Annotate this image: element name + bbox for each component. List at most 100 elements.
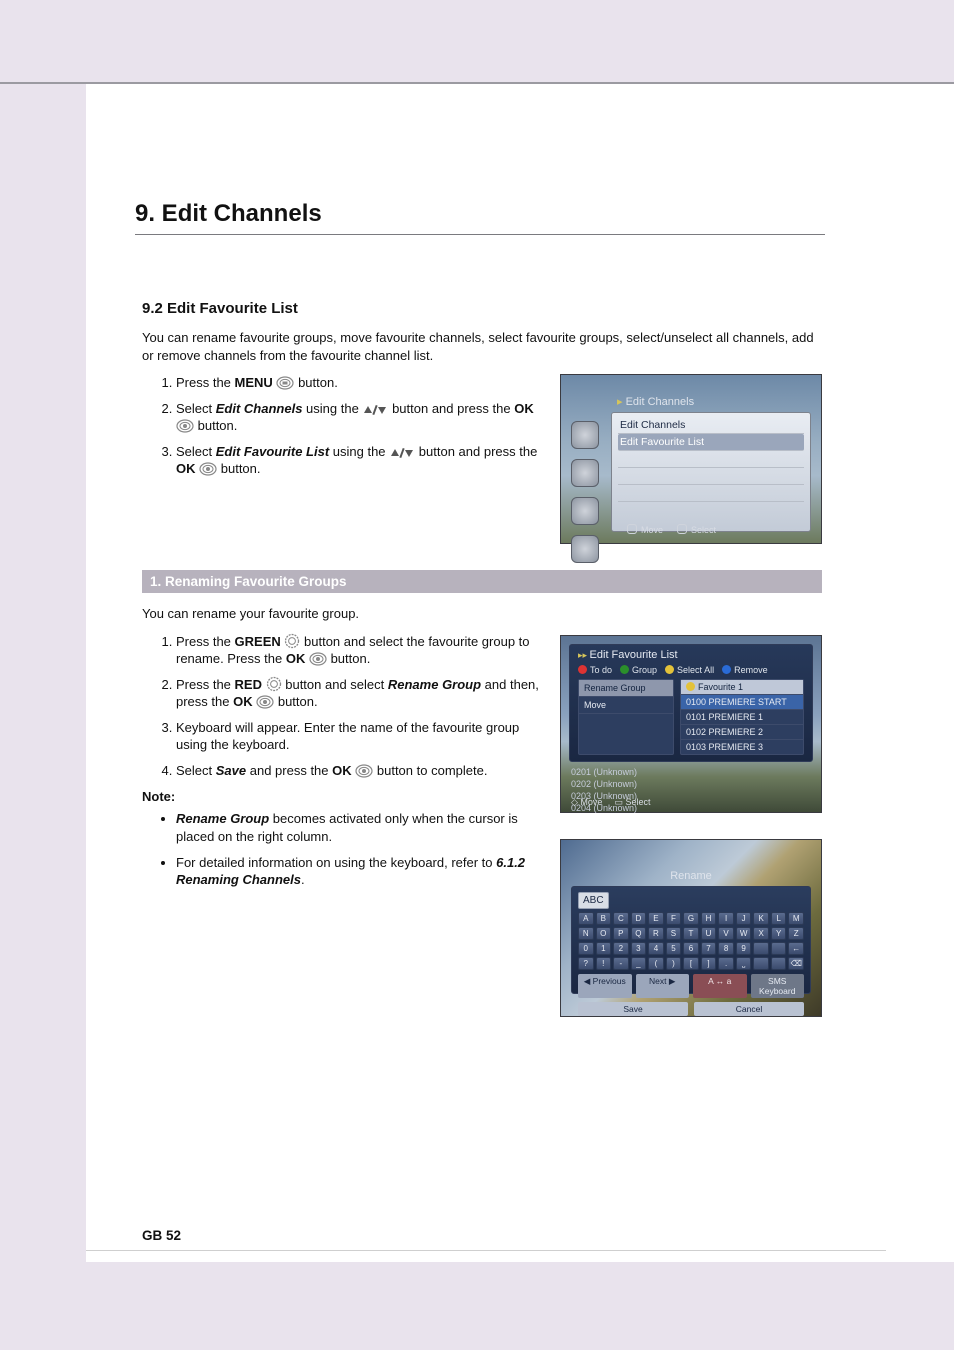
keyboard-key [753, 957, 769, 970]
keyboard-key: A [578, 912, 594, 925]
step-a3: Select Edit Favourite List using the but… [176, 443, 542, 478]
legend-item: Select All [665, 665, 714, 675]
channel-row-highlight: 0100 PREMIERE START [681, 694, 803, 709]
keyboard-key: E [648, 912, 664, 925]
keyboard-key [771, 942, 787, 955]
bottom-margin-band [0, 1262, 954, 1350]
menu-row [618, 502, 804, 518]
sidebar-glyph-icon [571, 459, 599, 487]
kb-btn-save: Save [578, 1002, 688, 1016]
screenshot-edit-channels-menu: Edit Channels Edit Channels Edit Favouri… [560, 374, 822, 544]
step-b4: Select Save and press the OK button to c… [176, 762, 542, 780]
step-b2: Press the RED button and select Rename G… [176, 676, 542, 711]
keyboard-key: H [701, 912, 717, 925]
footer-hint: Select [677, 524, 716, 535]
keyboard-key: ] [701, 957, 717, 970]
keyboard-key: 7 [701, 942, 717, 955]
keyboard-key: D [631, 912, 647, 925]
ok-button-icon [199, 462, 217, 476]
keyboard-key: ! [596, 957, 612, 970]
left-option: Move [579, 697, 673, 714]
keyboard-key: J [736, 912, 752, 925]
keyboard-key: I [718, 912, 734, 925]
menu-row [618, 485, 804, 502]
note-1: Rename Group becomes activated only when… [176, 810, 542, 845]
up-down-arrow-icon [389, 447, 415, 459]
ok-button-icon [256, 695, 274, 709]
steps-list-b: Press the GREEN button and select the fa… [142, 633, 542, 780]
subsection-heading-bar: 1. Renaming Favourite Groups [142, 570, 822, 593]
keyboard-key: 0 [578, 942, 594, 955]
keyboard-key: . [718, 957, 734, 970]
left-option-selected: Rename Group [579, 680, 673, 697]
keyboard-key: U [701, 927, 717, 940]
keyboard-key: Q [631, 927, 647, 940]
keyboard-key: G [683, 912, 699, 925]
ok-button-icon [176, 419, 194, 433]
onscreen-keyboard: ABCDEFGHIJKLMNOPQRSTUVWXYZ0123456789 ←?!… [578, 912, 804, 970]
left-margin-band [0, 0, 86, 1350]
keyboard-key: 1 [596, 942, 612, 955]
green-ring-button-icon [284, 633, 300, 649]
keyboard-key: R [648, 927, 664, 940]
legend-item: Remove [722, 665, 768, 675]
page-number: GB 52 [142, 1228, 181, 1243]
channel-row: 0101 PREMIERE 1 [681, 709, 803, 724]
legend-item: Group [620, 665, 657, 675]
kb-btn-cancel: Cancel [694, 1002, 804, 1016]
keyboard-key: _ [631, 957, 647, 970]
rename-input-preview: ABC [578, 892, 609, 909]
keyboard-key: [ [683, 957, 699, 970]
chapter-title: 9. Edit Channels [135, 200, 825, 228]
keyboard-key: T [683, 927, 699, 940]
footer-hairline [86, 1250, 886, 1251]
keyboard-key: M [788, 912, 804, 925]
footer-hint: ◇ Move [571, 797, 602, 808]
top-margin-band [0, 0, 954, 84]
ok-button-icon [309, 652, 327, 666]
keyboard-key [753, 942, 769, 955]
keyboard-key: L [771, 912, 787, 925]
note-label: Note: [142, 789, 542, 804]
kb-btn-sms-keyboard: SMS Keyboard [751, 974, 805, 998]
panel-title: Edit Favourite List [570, 645, 812, 665]
keyboard-key: P [613, 927, 629, 940]
keyboard-key: ( [648, 957, 664, 970]
panel-legend: To do Group Select All Remove [570, 665, 812, 675]
footer-hint: Move [627, 524, 663, 535]
menu-row: Edit Channels [618, 417, 804, 434]
menu-row [618, 468, 804, 485]
channel-row: 0102 PREMIERE 2 [681, 724, 803, 739]
keyboard-key: 5 [666, 942, 682, 955]
menu-row [618, 451, 804, 468]
keyboard-key: 4 [648, 942, 664, 955]
screenshot-edit-favourite-list: Edit Favourite List To do Group Select All… [560, 635, 822, 813]
step-a2: Select Edit Channels using the button an… [176, 400, 542, 435]
keyboard-key: O [596, 927, 612, 940]
subsection-intro: You can rename your favourite group. [142, 605, 822, 623]
note-2: For detailed information on using the ke… [176, 854, 542, 889]
keyboard-key: ? [578, 957, 594, 970]
preview-row: 0202 (Unknown) [569, 778, 701, 790]
kb-btn-previous: ◀ Previous [578, 974, 632, 998]
sidebar-glyph-icon [571, 535, 599, 563]
keyboard-key: ⎵ [736, 957, 752, 970]
keyboard-key: C [613, 912, 629, 925]
step-a1: Press the MENU button. [176, 374, 542, 392]
keyboard-key: V [718, 927, 734, 940]
legend-item: To do [578, 665, 612, 675]
chapter-title-rule [135, 234, 825, 235]
keyboard-key: S [666, 927, 682, 940]
keyboard-key: 9 [736, 942, 752, 955]
keyboard-key: ← [788, 942, 804, 955]
right-header: Favourite 1 [681, 680, 803, 694]
channel-row: 0103 PREMIERE 3 [681, 739, 803, 754]
notes-list: Rename Group becomes activated only when… [142, 810, 542, 888]
step-b1: Press the GREEN button and select the fa… [176, 633, 542, 668]
step-b3: Keyboard will appear. Enter the name of … [176, 719, 542, 754]
footer-hint: ▭ Select [614, 797, 650, 808]
keyboard-key: W [736, 927, 752, 940]
ok-button-icon [355, 764, 373, 778]
keyboard-key: 3 [631, 942, 647, 955]
menu-row-selected: Edit Favourite List [618, 434, 804, 451]
